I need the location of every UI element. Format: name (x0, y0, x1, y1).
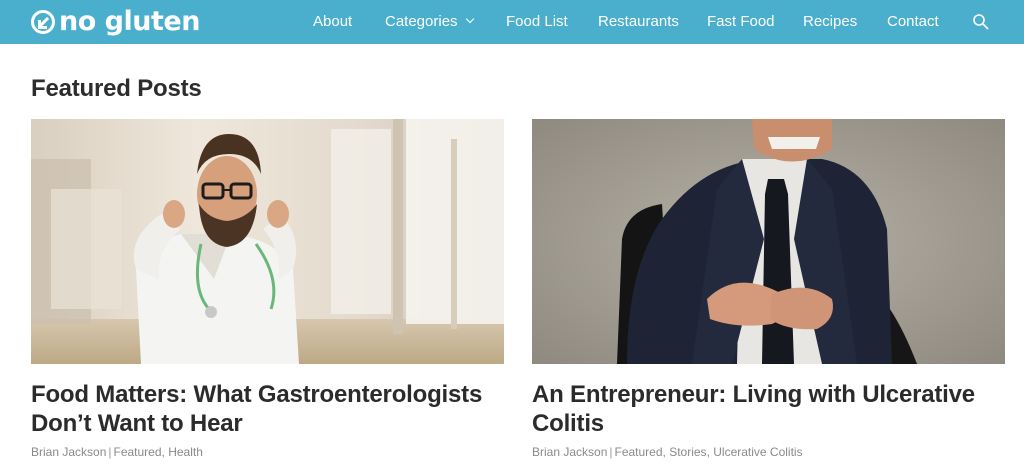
post-thumbnail[interactable] (31, 119, 504, 364)
category-link-featured[interactable]: Featured (615, 445, 663, 459)
search-icon[interactable] (972, 13, 989, 30)
post-image-doctor (31, 119, 504, 364)
main-nav: About Categories Food List Restaurants F… (0, 0, 1024, 44)
featured-post: Food Matters: What Gastroenterologists D… (31, 119, 504, 459)
top-navbar: no gluten About Categories Food List Res… (0, 0, 1024, 44)
category-link-health[interactable]: Health (168, 445, 203, 459)
meta-separator: | (609, 445, 613, 459)
post-meta: Brian Jackson | Featured, Health (31, 445, 504, 459)
post-title-line2: Don’t Want to Hear (31, 410, 243, 437)
chevron-down-icon (465, 14, 474, 24)
category-link-featured[interactable]: Featured (114, 445, 162, 459)
post-title[interactable]: Food Matters: What Gastroenterologists D… (31, 380, 511, 438)
post-title[interactable]: An Entrepreneur: Living with Ulcerative … (532, 380, 1012, 438)
post-meta: Brian Jackson | Featured, Stories, Ulcerat… (532, 445, 1005, 459)
author-link[interactable]: Brian Jackson (532, 445, 607, 459)
nav-item-categories[interactable]: Categories (385, 12, 474, 32)
nav-item-contact[interactable]: Contact (887, 12, 939, 32)
nav-item-categories-label: Categories (385, 13, 458, 30)
nav-item-food-list[interactable]: Food List (506, 12, 568, 32)
nav-item-fast-food[interactable]: Fast Food (707, 12, 775, 32)
nav-item-recipes[interactable]: Recipes (803, 12, 857, 32)
featured-post: An Entrepreneur: Living with Ulcerative … (532, 119, 1005, 459)
nav-item-about[interactable]: About (313, 12, 352, 32)
post-thumbnail[interactable] (532, 119, 1005, 364)
nav-item-restaurants[interactable]: Restaurants (598, 12, 679, 32)
post-title-line1: Food Matters: What Gastroenterologists (31, 381, 483, 408)
section-title: Featured Posts (31, 75, 202, 102)
post-title-line2: Colitis (532, 410, 604, 437)
post-title-line1: An Entrepreneur: Living with Ulcerative (532, 381, 975, 408)
author-link[interactable]: Brian Jackson (31, 445, 106, 459)
meta-separator: | (108, 445, 112, 459)
category-link-ulcerative-colitis[interactable]: Ulcerative Colitis (713, 445, 802, 459)
post-image-businessman (532, 119, 1005, 364)
category-link-stories[interactable]: Stories (669, 445, 706, 459)
